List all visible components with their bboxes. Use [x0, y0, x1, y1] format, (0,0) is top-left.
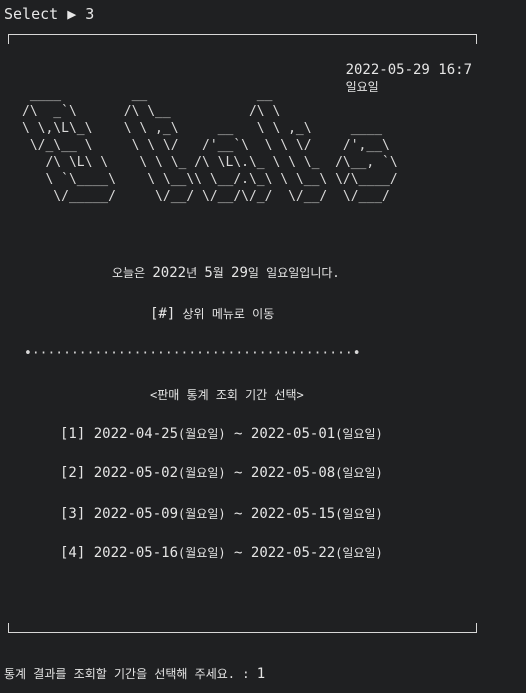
period-start: 2022-04-25: [93, 426, 179, 442]
ascii-line-5: /\ \L\ \ \ \ \_ /\ \L\.\_ \ \ \_ /\__, `…: [22, 155, 398, 170]
stats-ascii-logo: ____ __ __ /\ _`\ /\ \__ /\ \ \ \,\L\_\ …: [22, 86, 398, 205]
datetime-value: 2022-05-29 16:7: [345, 62, 472, 78]
today-year: 2022: [152, 265, 187, 281]
period-index: [4]: [60, 545, 86, 561]
period-end-day: (일요일): [335, 427, 383, 441]
frame-bottom-border: [8, 623, 477, 633]
period-separator: ~: [225, 426, 251, 442]
period-end-day: (일요일): [335, 507, 383, 521]
prompt-input-value[interactable]: 1: [257, 666, 265, 682]
period-option-4[interactable]: [4] 2022-05-16(월요일) ~ 2022-05-22(일요일): [60, 544, 383, 561]
period-selection-title: <판매 통계 조회 기간 선택>: [150, 388, 304, 402]
period-separator: ~: [225, 506, 251, 522]
period-end: 2022-05-08: [250, 465, 336, 481]
parent-menu-label: 상위 메뉴로 이동: [175, 307, 275, 321]
today-day-unit: 일: [247, 266, 267, 280]
ascii-line-2: /\ _`\ /\ \__ /\ \: [22, 104, 281, 119]
period-start-day: (월요일): [178, 427, 226, 441]
period-start-day: (월요일): [178, 466, 226, 480]
console-window: Select ▶ 3 2022-05-29 16:7 일요일 ____ __ _…: [0, 0, 526, 693]
period-option-1[interactable]: [1] 2022-04-25(월요일) ~ 2022-05-01(일요일): [60, 425, 383, 442]
period-end: 2022-05-22: [250, 545, 336, 561]
period-start-day: (월요일): [178, 507, 226, 521]
period-start: 2022-05-02: [93, 465, 179, 481]
today-day: 29: [231, 265, 248, 281]
period-start: 2022-05-16: [93, 545, 179, 561]
ascii-line-6: \ `\____\ \ \__\\ \__/.\_\ \ \__\ \/\___…: [22, 172, 398, 187]
ascii-line-3: \ \,\L\_\ \ \ ,_\ __ \ \ ,_\ ____: [22, 121, 383, 136]
today-month-unit: 월: [212, 266, 232, 280]
period-end: 2022-05-01: [250, 426, 336, 442]
ascii-line-1: ____ __ __: [22, 87, 273, 102]
parent-menu-key: [#]: [150, 306, 176, 322]
parent-menu-option[interactable]: [#] 상위 메뉴로 이동: [150, 305, 274, 322]
today-weekday: 일요일입니다.: [266, 266, 340, 280]
period-input-prompt[interactable]: 통계 결과를 조회할 기간을 선택해 주세요. : 1: [4, 665, 265, 682]
period-end-day: (일요일): [335, 466, 383, 480]
prompt-label: 통계 결과를 조회할 기간을 선택해 주세요. :: [4, 667, 257, 681]
period-index: [2]: [60, 465, 86, 481]
period-start-day: (월요일): [178, 546, 226, 560]
section-divider: •·······································…: [24, 346, 361, 361]
frame-top-border: [8, 34, 477, 44]
period-start: 2022-05-09: [93, 506, 179, 522]
period-end: 2022-05-15: [250, 506, 336, 522]
today-month: 5: [204, 265, 213, 281]
period-index: [3]: [60, 506, 86, 522]
ascii-line-7: \/_____/ \/__/ \/__/\/_/ \/__/ \/___/: [22, 189, 390, 204]
period-index: [1]: [60, 426, 86, 442]
ascii-line-4: \/_\__ \ \ \ \/ /'__`\ \ \ \/ /',__\: [22, 138, 390, 153]
today-year-unit: 년: [186, 266, 205, 280]
period-separator: ~: [225, 465, 251, 481]
select-status-line: Select ▶ 3: [4, 5, 95, 23]
today-message: 오늘은 2022년 5월 29일 일요일입니다.: [112, 264, 340, 281]
period-option-2[interactable]: [2] 2022-05-02(월요일) ~ 2022-05-08(일요일): [60, 464, 383, 481]
period-end-day: (일요일): [335, 546, 383, 560]
today-prefix: 오늘은: [112, 266, 153, 280]
period-separator: ~: [225, 545, 251, 561]
period-option-3[interactable]: [3] 2022-05-09(월요일) ~ 2022-05-15(일요일): [60, 505, 383, 522]
